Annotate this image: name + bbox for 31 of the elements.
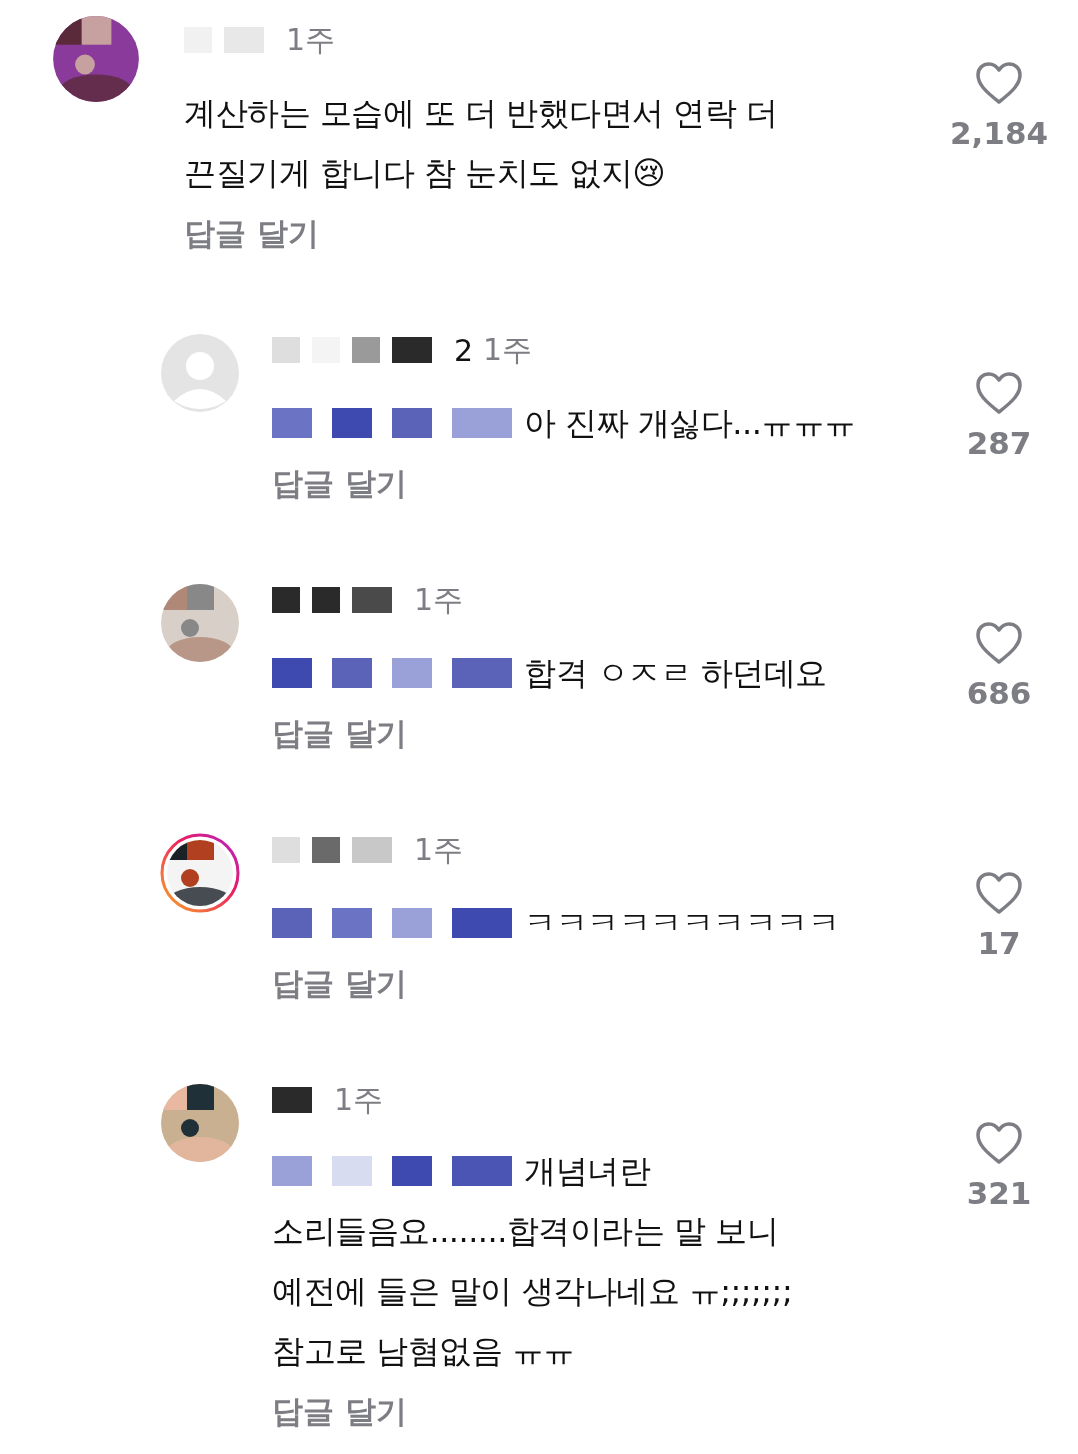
comment-text: 소리들음요........합격이라는 말 보니 xyxy=(272,1211,779,1252)
reply-link[interactable]: 답글 달기 xyxy=(272,453,407,513)
comment-time: 1주 xyxy=(414,580,464,619)
username[interactable]: 2 xyxy=(454,332,474,368)
comment-time: 1주 xyxy=(414,830,464,869)
comment-text: 합격 ㅇㅈㄹ 하던데요 xyxy=(524,653,827,694)
comment-text: 계산하는 모습에 또 더 반했다면서 연락 더 xyxy=(184,93,778,134)
reply-link[interactable]: 답글 달기 xyxy=(272,953,407,1013)
comment-text: 아 진짜 개싫다...ㅠㅠㅠ xyxy=(524,403,856,444)
heart-icon[interactable] xyxy=(975,61,1023,105)
comment-text: 끈질기게 합니다 참 눈치도 없지😢 xyxy=(184,153,666,194)
like-count: 321 xyxy=(966,1175,1032,1211)
heart-icon[interactable] xyxy=(975,371,1023,415)
like-count: 686 xyxy=(966,675,1032,711)
comment-time: 1주 xyxy=(334,1080,384,1119)
comment-text: ㅋㅋㅋㅋㅋㅋㅋㅋㅋㅋ xyxy=(524,903,839,944)
censor-mosaic xyxy=(272,1087,312,1113)
like-count: 2,184 xyxy=(949,115,1049,151)
comment-time: 1주 xyxy=(483,330,533,369)
like-count: 287 xyxy=(966,425,1032,461)
reply-link[interactable]: 답글 달기 xyxy=(272,703,407,763)
heart-icon[interactable] xyxy=(975,621,1023,665)
comment-time: 1주 xyxy=(286,20,336,59)
comment-text: 개념녀란 xyxy=(524,1151,650,1192)
reply-link[interactable]: 답글 달기 xyxy=(272,1381,407,1441)
heart-icon[interactable] xyxy=(975,1121,1023,1165)
comment-text: 예전에 들은 말이 생각나네요 ㅠ;;;;;;; xyxy=(272,1271,793,1312)
heart-icon[interactable] xyxy=(975,871,1023,915)
comment-text: 참고로 남혐없음 ㅠㅠ xyxy=(272,1331,575,1372)
reply-link[interactable]: 답글 달기 xyxy=(184,203,319,263)
like-count: 17 xyxy=(977,925,1021,961)
